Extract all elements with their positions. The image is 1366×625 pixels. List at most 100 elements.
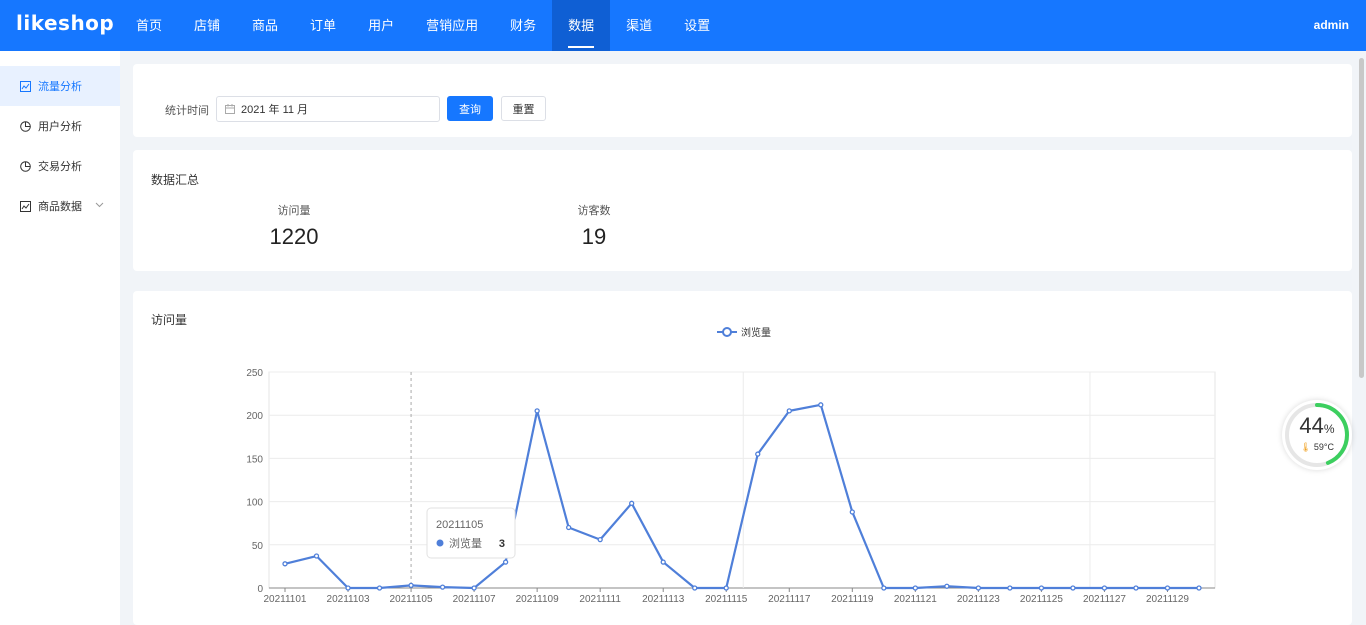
nav-item-goods[interactable]: 商品: [236, 0, 294, 51]
nav-item-finance[interactable]: 财务: [494, 0, 552, 51]
nav-item-shop[interactable]: 店铺: [178, 0, 236, 51]
x-tick-label: 20211105: [390, 594, 433, 605]
y-tick-label: 250: [246, 368, 263, 379]
tooltip-series-name: 浏览量: [449, 536, 482, 550]
x-tick-label: 20211117: [768, 594, 811, 605]
x-tick-label: 20211107: [453, 594, 496, 605]
tooltip-box: [426, 507, 516, 559]
data-point: [376, 585, 383, 591]
chart-icon: [18, 79, 32, 93]
x-tick-label: 20211101: [263, 594, 306, 605]
nav-item-orders[interactable]: 订单: [294, 0, 352, 51]
data-point: [944, 583, 950, 589]
date-filter-label: 统计时间: [165, 105, 209, 117]
data-point: [502, 559, 509, 565]
month-picker[interactable]: 2021 年 11 月: [216, 96, 440, 122]
gauge-temperature-value: 59°C: [1313, 442, 1335, 452]
user-menu[interactable]: admin: [1314, 0, 1349, 51]
x-tick-label: 20211109: [516, 594, 559, 605]
pie-icon: [18, 119, 32, 133]
x-tick-label: 20211111: [579, 594, 621, 605]
filter-panel: 统计时间 2021 年 11 月 查询 重置: [133, 64, 1352, 137]
stat-value: 19: [581, 224, 607, 249]
data-point: [439, 584, 446, 590]
tooltip-marker: [436, 539, 444, 547]
query-button[interactable]: 查询: [447, 96, 493, 121]
data-point: [849, 509, 855, 515]
app-logo[interactable]: likeshop: [16, 11, 114, 35]
data-point: [345, 585, 351, 591]
data-point: [408, 582, 414, 589]
data-point: [1164, 585, 1171, 591]
stat-label: 访问量: [277, 205, 311, 217]
legend-label: 浏览量: [741, 326, 771, 339]
data-point: [912, 585, 918, 591]
y-tick-label: 100: [246, 498, 263, 509]
top-navbar: likeshop 首页 店铺 商品 订单 用户 营销应用 财务 数据 渠道 设置…: [0, 0, 1366, 51]
page-scrollbar[interactable]: [1359, 58, 1364, 378]
x-tick-label: 20211103: [327, 594, 370, 605]
tooltip-value: 3: [499, 538, 505, 550]
summary-title: 数据汇总: [151, 173, 200, 187]
nav-item-data[interactable]: 数据: [552, 0, 611, 51]
x-tick-label: 20211129: [1146, 594, 1189, 605]
main-nav: 首页 店铺 商品 订单 用户 营销应用 财务 数据 渠道 设置: [120, 0, 726, 51]
data-point: [1007, 585, 1013, 591]
stat-label: 访客数: [577, 205, 611, 217]
data-point: [1196, 585, 1202, 591]
sidebar-item-label: 交易分析: [38, 161, 82, 173]
nav-item-channels[interactable]: 渠道: [610, 0, 668, 51]
pie-icon: [18, 159, 32, 173]
nav-item-home[interactable]: 首页: [120, 0, 178, 51]
stat-visitors: 访客数 19: [534, 202, 654, 250]
data-point: [1101, 585, 1108, 591]
data-point: [313, 553, 320, 559]
sidebar-item-trade-analysis[interactable]: 交易分析: [0, 146, 120, 186]
data-point: [629, 500, 635, 506]
data-point: [1070, 585, 1076, 591]
x-tick-label: 20211123: [957, 594, 1000, 605]
chart-panel: 访问量 0 50 100 150 200 250 20211101 20211103 20211…: [133, 291, 1352, 625]
reset-button[interactable]: 重置: [501, 96, 546, 121]
y-tick-label: 150: [246, 454, 263, 465]
gauge-temperature: 🌡 59°C: [1282, 442, 1352, 453]
month-picker-value: 2021 年 11 月: [241, 104, 309, 116]
data-point: [534, 408, 540, 414]
page-views-line-chart[interactable]: 05010015020025020211101 20211103 20211105 2…: [133, 291, 1352, 625]
legend-marker: [722, 327, 732, 337]
data-point: [471, 585, 477, 591]
data-point: [723, 585, 729, 591]
gauge-percent-unit: %: [1323, 422, 1335, 436]
summary-panel: 数据汇总 访问量 1220 访客数 19: [133, 150, 1352, 271]
data-point: [1133, 585, 1139, 591]
gauge-percent-value: 44: [1299, 413, 1324, 438]
nav-item-users[interactable]: 用户: [352, 0, 410, 51]
chevron-down-icon[interactable]: [95, 199, 104, 211]
data-point: [597, 536, 603, 543]
tooltip-date: 20211105: [436, 519, 483, 531]
calendar-icon: [225, 104, 235, 114]
sidebar-item-goods-data[interactable]: 商品数据: [0, 186, 120, 226]
x-tick-label: 20211113: [642, 594, 685, 605]
x-tick-label: 20211119: [831, 594, 874, 605]
x-tick-label: 20211125: [1020, 594, 1063, 605]
thermometer-icon: 🌡: [1299, 442, 1312, 452]
x-tick-label: 20211121: [894, 594, 937, 605]
sidebar-item-user-analysis[interactable]: 用户分析: [0, 106, 120, 146]
sidebar-item-label: 用户分析: [38, 121, 82, 133]
sidebar-item-label: 商品数据: [38, 201, 82, 213]
nav-item-marketing[interactable]: 营销应用: [410, 0, 494, 51]
y-tick-label: 50: [252, 541, 264, 552]
data-point: [1038, 585, 1045, 591]
x-tick-label: 20211115: [705, 594, 748, 605]
data-point: [881, 585, 887, 591]
x-tick-label: 20211127: [1083, 594, 1126, 605]
nav-item-settings[interactable]: 设置: [668, 0, 726, 51]
series-line: [284, 403, 1199, 590]
gauge-percent: 44%: [1282, 413, 1352, 439]
data-point: [818, 402, 824, 408]
system-monitor-widget[interactable]: 44% 🌡 59°C: [1282, 400, 1352, 470]
data-point: [786, 408, 792, 414]
sidebar-item-traffic[interactable]: 流量分析: [0, 66, 120, 106]
stat-value: 1220: [269, 224, 319, 249]
